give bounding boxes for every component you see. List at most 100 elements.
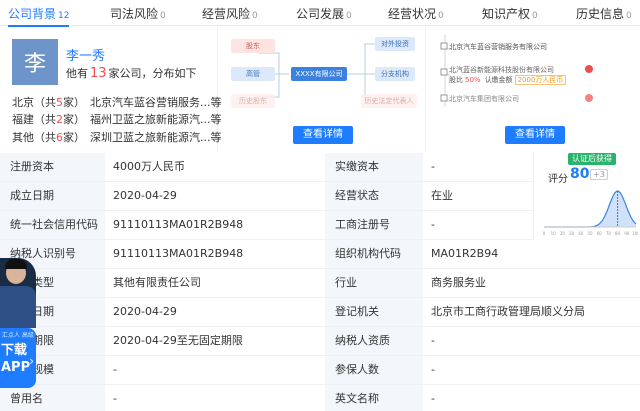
certify-badge[interactable]: 认证后获得 (568, 153, 616, 165)
field-label: 成立日期 (0, 182, 105, 210)
download-app-ad[interactable]: 汇点人 高级 下载 APP › (0, 258, 36, 388)
region-open: （共 (34, 113, 56, 126)
field-value: 在业 (431, 189, 453, 202)
chain-view-detail-button[interactable]: 查看详情 (505, 126, 565, 144)
field-label: 曾用名 (0, 385, 105, 411)
graph-node-history-legal[interactable]: 历史法定代表人 (361, 94, 417, 108)
tab-label: 知识产权 (482, 7, 531, 21)
field-label: 实缴资本 (325, 153, 423, 181)
region-row-beijing[interactable]: 北京（共5家） 北京汽车蓝谷营销服务...等 (12, 94, 222, 110)
field-label: 经营状态 (325, 182, 423, 210)
tab-count: 0 (252, 11, 258, 21)
tab-history-info[interactable]: 历史信息 0 (576, 5, 632, 25)
field-value: - (431, 218, 435, 231)
tab-label: 公司发展 (296, 7, 345, 21)
field-value: - (431, 334, 435, 347)
score-axis-tick: 20 (560, 231, 566, 236)
region-count: 5 (56, 96, 63, 109)
graph-node-investment[interactable]: 对外投资 (375, 37, 415, 51)
graph-node-center-company[interactable]: XXXX有限公司 (291, 67, 347, 81)
ad-presenter-image (0, 258, 36, 328)
summary-row: 李 李一秀 他有 13 家公司，分布如下 北京（共5家） 北京汽车蓝谷营销服务...… (0, 27, 640, 152)
score-distribution-chart: 0 1020304050 60708090100 (543, 190, 638, 236)
relationship-graph-card: 股东 高管 历史股东 XXXX有限公司 对外投资 分支机构 历史法定代表人 查看… (219, 27, 426, 152)
chain-item-2[interactable]: 北汽蓝谷新能源科技股份有限公司 (449, 65, 554, 75)
graph-view-detail-button[interactable]: 查看详情 (293, 126, 353, 144)
ratio-label: 股比 (449, 76, 463, 84)
score-axis-tick: 90 (624, 231, 630, 236)
tab-company-development[interactable]: 公司发展 0 (296, 5, 352, 25)
field-label: 登记机关 (325, 298, 423, 326)
graph-node-history-shareholder[interactable]: 历史股东 (231, 94, 275, 108)
table-row: 营业期限 2020-04-29至无固定期限 纳税人资质 - (0, 327, 640, 356)
company-count: 13 (90, 66, 107, 81)
field-value: - (113, 392, 117, 405)
person-name[interactable]: 李一秀 (66, 45, 105, 64)
tab-label: 经营状况 (388, 7, 437, 21)
tab-judicial-risk[interactable]: 司法风险 0 (110, 5, 166, 25)
summary-prefix: 他有 (66, 67, 88, 80)
tab-count: 0 (438, 11, 444, 21)
field-value: 其他有限责任公司 (113, 276, 201, 289)
table-row: 纳税人识别号 91110113MA01R2B948 组织机构代码 MA01R2B… (0, 240, 640, 269)
ad-hair (5, 259, 27, 269)
region-count: 6 (56, 131, 63, 144)
score-axis-tick: 100 (632, 231, 638, 236)
summary-suffix: 家公司，分布如下 (108, 67, 197, 80)
field-value: MA01R2B94 (431, 247, 499, 260)
ad-small-text: 汇点人 高级 (2, 332, 34, 339)
tab-count: 0 (346, 11, 352, 21)
ad-download-tag[interactable]: 汇点人 高级 下载 APP › (0, 328, 36, 388)
equity-chain-card: 北京汽车蓝谷营销服务有限公司 北汽蓝谷新能源科技股份有限公司 股比 50% 认缴金额… (427, 27, 640, 152)
ad-big-line1: 下载 (1, 343, 28, 358)
tab-label: 公司背景 (8, 7, 57, 21)
table-row: 公司类型 其他有限责任公司 行业 商务服务业 (0, 269, 640, 298)
field-label: 统一社会信用代码 (0, 211, 105, 239)
field-value: 4000万人民币 (113, 160, 185, 173)
chain-item-3[interactable]: 北京汽车集团有限公司 (449, 94, 519, 104)
table-row: 曾用名 - 英文名称 - (0, 385, 640, 411)
tab-count: 0 (532, 11, 538, 21)
avatar[interactable]: 李 (12, 39, 58, 85)
tab-intellectual-property[interactable]: 知识产权 0 (482, 5, 538, 25)
tab-company-background[interactable]: 公司背景 12 (8, 5, 70, 27)
ad-shirt (0, 286, 36, 328)
score-axis-tick: 10 (551, 231, 557, 236)
region-company: 深圳卫蓝之旅新能源汽...等 (90, 131, 222, 144)
field-label: 组织机构代码 (325, 240, 423, 268)
region-company: 福州卫蓝之旅新能源汽...等 (90, 113, 222, 126)
field-value: 商务服务业 (431, 276, 486, 289)
person-card: 李 李一秀 他有 13 家公司，分布如下 北京（共5家） 北京汽车蓝谷营销服务...… (0, 27, 222, 152)
graph-node-shareholder[interactable]: 股东 (231, 39, 275, 53)
tab-operating-risk[interactable]: 经营风险 0 (202, 5, 258, 25)
tab-label: 司法风险 (110, 7, 159, 21)
field-value: 2020-04-29 (113, 305, 177, 318)
score-axis-tick: 40 (578, 231, 584, 236)
tab-operating-status[interactable]: 经营状况 0 (388, 5, 444, 25)
chain-item-1[interactable]: 北京汽车蓝谷营销服务有限公司 (449, 42, 547, 52)
capital-value: 2000万人民币 (514, 75, 567, 85)
score-value: 80 (570, 166, 590, 182)
field-value: - (431, 392, 435, 405)
field-label: 注册资本 (0, 153, 105, 181)
graph-node-branch[interactable]: 分支机构 (375, 67, 415, 81)
region-row-fujian[interactable]: 福建（共2家） 福州卫蓝之旅新能源汽...等 (12, 111, 222, 127)
credit-score-widget[interactable]: 认证后获得 评分 80 +3 0102030405060708090100 (533, 153, 640, 240)
region-row-other[interactable]: 其他（共6家） 深圳卫蓝之旅新能源汽...等 (12, 129, 222, 145)
field-label: 纳税人资质 (325, 327, 423, 355)
table-row: 核准日期 2020-04-29 登记机关 北京市工商行政管理局顺义分局 (0, 298, 640, 327)
region-name: 福建 (12, 113, 34, 126)
chevron-right-icon: › (29, 354, 34, 368)
score-axis-tick: 30 (569, 231, 575, 236)
field-label: 英文名称 (325, 385, 423, 411)
field-value: - (431, 363, 435, 376)
table-row: 人员规模 - 参保人数 - (0, 356, 640, 385)
region-open: （共 (34, 131, 56, 144)
field-value: 北京市工商行政管理局顺义分局 (431, 305, 585, 318)
graph-node-executive[interactable]: 高管 (231, 67, 275, 81)
tab-count: 12 (58, 11, 70, 21)
field-label: 参保人数 (325, 356, 423, 384)
ad-big-line2: APP (1, 360, 31, 375)
capital-label: 认缴金额 (484, 76, 513, 84)
score-axis-tick: 50 (587, 231, 593, 236)
